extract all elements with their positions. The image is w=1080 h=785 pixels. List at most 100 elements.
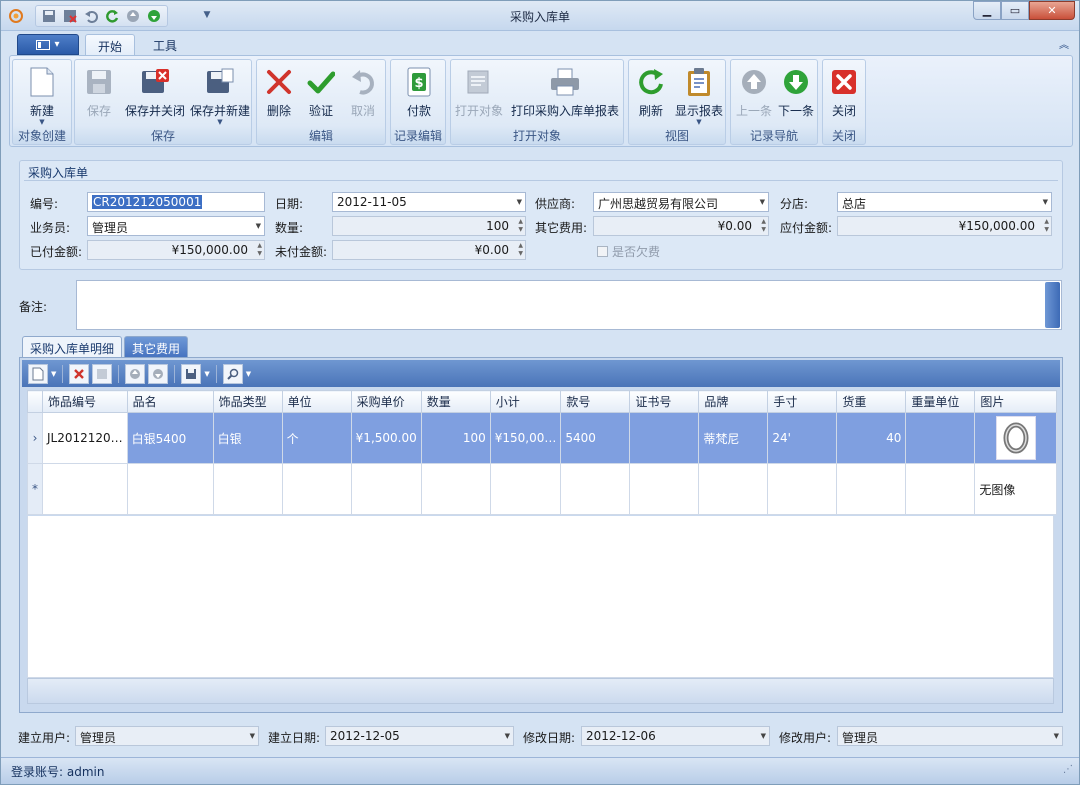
cell-brand[interactable]: 蒂梵尼 xyxy=(698,412,769,464)
tab-tools[interactable]: 工具 xyxy=(141,34,189,56)
supplier-select[interactable]: 广州思越贸易有限公司 ▼ xyxy=(593,192,769,212)
tab-home[interactable]: 开始 xyxy=(85,34,136,56)
cell-code[interactable]: JL2012120… xyxy=(42,412,128,464)
close-window-button[interactable]: ✕ xyxy=(1029,1,1075,20)
edit-row-icon[interactable] xyxy=(92,363,113,384)
new-cell[interactable] xyxy=(42,463,128,515)
save-close-button[interactable]: 保存并关闭 xyxy=(123,62,187,128)
new-cell[interactable] xyxy=(420,463,491,515)
payable-field[interactable]: ¥150,000.00 ▲ ▼ xyxy=(837,216,1052,236)
created-date-dropdown-icon[interactable]: ▼ xyxy=(505,732,510,740)
move-up-icon[interactable] xyxy=(125,363,146,384)
cell-type[interactable]: 白银 xyxy=(212,412,283,464)
column-header[interactable]: 单位 xyxy=(281,390,352,413)
column-header[interactable]: 饰品编号 xyxy=(42,390,128,413)
cell-name[interactable]: 白银5400 xyxy=(126,412,214,464)
branch-select[interactable]: 总店 ▼ xyxy=(837,192,1052,212)
modifier-field[interactable]: 管理员 ▼ xyxy=(837,726,1063,746)
quantity-spin-icon[interactable]: ▲ ▼ xyxy=(518,218,523,234)
grid-save-chevron-icon[interactable]: ▼ xyxy=(204,370,209,378)
memo-textarea[interactable] xyxy=(76,280,1062,330)
owed-checkbox[interactable]: 是否欠费 xyxy=(597,243,660,260)
no-image-cell[interactable]: 无图像 xyxy=(974,463,1058,515)
new-button[interactable]: 新建 ▼ xyxy=(13,62,71,128)
cell-qty[interactable]: 100 xyxy=(420,412,491,464)
delete-button[interactable]: 删除 xyxy=(259,62,299,128)
branch-dropdown-icon[interactable]: ▼ xyxy=(1043,198,1048,206)
column-header[interactable]: 品牌 xyxy=(698,390,769,413)
column-header[interactable]: 品名 xyxy=(126,390,214,413)
show-report-button[interactable]: 显示报表 ▼ xyxy=(673,62,725,128)
find-icon[interactable] xyxy=(222,363,243,384)
new-cell[interactable] xyxy=(126,463,214,515)
cell-weight-unit[interactable] xyxy=(905,412,976,464)
new-cell[interactable] xyxy=(767,463,838,515)
creator-dropdown-icon[interactable]: ▼ xyxy=(250,732,255,740)
verify-button[interactable]: 验证 xyxy=(301,62,341,128)
table-row[interactable]: › JL2012120… 白银5400 白银 个 ¥1,500.00 100 ¥… xyxy=(27,412,1058,464)
find-chevron-icon[interactable]: ▼ xyxy=(246,370,251,378)
creator-field[interactable]: 管理员 ▼ xyxy=(75,726,259,746)
pay-button[interactable]: $ 付款 xyxy=(397,62,441,128)
clerk-select[interactable]: 管理员 ▼ xyxy=(87,216,265,236)
save-new-button[interactable]: 保存并新建 ▼ xyxy=(189,62,251,128)
grid-save-icon[interactable] xyxy=(181,363,202,384)
tab-purchase-details[interactable]: 采购入库单明细 xyxy=(22,336,123,358)
cancel-button[interactable]: 取消 xyxy=(343,62,383,128)
payable-spin-icon[interactable]: ▲ ▼ xyxy=(1044,218,1049,234)
clerk-dropdown-icon[interactable]: ▼ xyxy=(256,222,261,230)
minimize-button[interactable]: ▁ xyxy=(973,1,1001,20)
new-cell[interactable] xyxy=(350,463,422,515)
quantity-field[interactable]: 100 ▲ ▼ xyxy=(332,216,526,236)
next-record-button[interactable]: 下一条 xyxy=(775,62,817,128)
cell-image[interactable] xyxy=(974,412,1058,464)
maximize-button[interactable]: ▭ xyxy=(1001,1,1029,20)
new-cell[interactable] xyxy=(489,463,562,515)
column-header[interactable]: 重量单位 xyxy=(905,390,976,413)
open-object-button[interactable]: 打开对象 xyxy=(453,62,505,128)
cell-unit[interactable]: 个 xyxy=(281,412,352,464)
column-header[interactable]: 小计 xyxy=(489,390,562,413)
column-header[interactable]: 图片 xyxy=(974,390,1058,413)
paid-field[interactable]: ¥150,000.00 ▲ ▼ xyxy=(87,240,265,260)
column-header[interactable]: 货重 xyxy=(836,390,907,413)
column-header[interactable]: 数量 xyxy=(420,390,491,413)
column-header[interactable]: 手寸 xyxy=(767,390,838,413)
new-cell[interactable] xyxy=(629,463,700,515)
print-report-button[interactable]: 打印采购入库单报表 xyxy=(509,62,621,128)
column-header[interactable]: 饰品类型 xyxy=(212,390,283,413)
new-row[interactable]: * 无图像 xyxy=(27,463,1058,515)
close-form-button[interactable]: 关闭 xyxy=(824,62,864,128)
unpaid-field[interactable]: ¥0.00 ▲ ▼ xyxy=(332,240,526,260)
cell-style[interactable]: 5400 xyxy=(560,412,631,464)
date-picker[interactable]: 2012-11-05 ▼ xyxy=(332,192,526,212)
new-cell[interactable] xyxy=(560,463,631,515)
app-menu-button[interactable]: ▾ xyxy=(17,34,79,55)
memo-scrollbar[interactable] xyxy=(1045,282,1060,328)
new-cell[interactable] xyxy=(281,463,352,515)
column-header[interactable]: 款号 xyxy=(560,390,631,413)
modifier-dropdown-icon[interactable]: ▼ xyxy=(1054,732,1059,740)
new-cell[interactable] xyxy=(905,463,976,515)
new-cell[interactable] xyxy=(836,463,907,515)
delete-row-icon[interactable] xyxy=(69,363,90,384)
supplier-dropdown-icon[interactable]: ▼ xyxy=(760,198,765,206)
cell-price[interactable]: ¥1,500.00 xyxy=(350,412,422,464)
created-date-field[interactable]: 2012-12-05 ▼ xyxy=(325,726,514,746)
modified-date-dropdown-icon[interactable]: ▼ xyxy=(761,732,766,740)
add-row-chevron-icon[interactable]: ▼ xyxy=(51,370,56,378)
save-button[interactable]: 保存 xyxy=(79,62,119,128)
tab-other-fees[interactable]: 其它费用 xyxy=(124,336,189,358)
move-down-icon[interactable] xyxy=(148,363,169,384)
cell-weight[interactable]: 40 xyxy=(836,412,907,464)
cell-cert[interactable] xyxy=(629,412,700,464)
column-header[interactable]: 采购单价 xyxy=(350,390,422,413)
paid-spin-icon[interactable]: ▲ ▼ xyxy=(257,242,262,258)
other-fee-field[interactable]: ¥0.00 ▲ ▼ xyxy=(593,216,769,236)
prev-record-button[interactable]: 上一条 xyxy=(733,62,775,128)
cell-size[interactable]: 24' xyxy=(767,412,838,464)
ribbon-collapse-icon[interactable]: ︽ xyxy=(1059,36,1069,51)
resize-grip-icon[interactable]: ⋰ xyxy=(1063,764,1073,775)
other-fee-spin-icon[interactable]: ▲ ▼ xyxy=(761,218,766,234)
add-row-icon[interactable] xyxy=(28,363,48,384)
